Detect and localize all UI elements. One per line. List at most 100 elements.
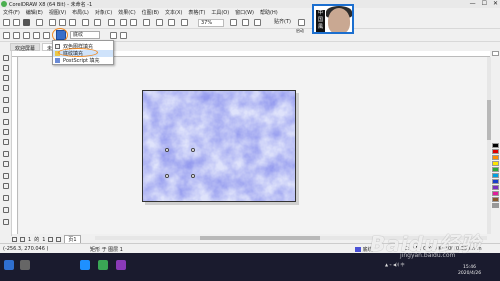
parallel-dimension-icon[interactable] bbox=[3, 161, 9, 167]
swatch-yellow[interactable] bbox=[492, 161, 499, 166]
edge-browser-icon[interactable] bbox=[80, 260, 90, 270]
save-icon[interactable] bbox=[23, 19, 30, 26]
paste-icon[interactable] bbox=[69, 19, 76, 26]
open-icon[interactable] bbox=[13, 19, 20, 26]
fill-type-dropdown[interactable]: 底纹 bbox=[70, 31, 100, 39]
system-tray[interactable]: ▲ ⌁ ◀)) 中 bbox=[385, 262, 405, 268]
taskbar-clock[interactable]: 15:46 2020/4/26 bbox=[458, 265, 481, 277]
no-fill-icon[interactable] bbox=[13, 32, 20, 39]
transparency-tool-icon[interactable] bbox=[3, 195, 9, 201]
show-grid-icon[interactable] bbox=[242, 19, 249, 26]
show-guidelines-icon[interactable] bbox=[254, 19, 261, 26]
menu-file[interactable]: 文件(F) bbox=[3, 9, 20, 16]
swatch-brown[interactable] bbox=[492, 197, 499, 202]
vertical-ruler[interactable] bbox=[12, 57, 18, 234]
menu-item-postscript-fill[interactable]: PostScript 填充 bbox=[53, 57, 113, 64]
first-page-button[interactable] bbox=[12, 237, 17, 242]
object-position-icon[interactable] bbox=[3, 32, 10, 39]
menu-tools[interactable]: 工具(O) bbox=[211, 9, 229, 16]
texture-options-icon[interactable] bbox=[110, 32, 117, 39]
fill-handle-skew[interactable] bbox=[165, 174, 169, 178]
close-button[interactable]: ✕ bbox=[493, 0, 498, 8]
menu-object[interactable]: 对象(C) bbox=[95, 9, 112, 16]
ellipse-tool-icon[interactable] bbox=[3, 129, 9, 135]
zoom-level-icon[interactable] bbox=[181, 19, 188, 26]
start-icon[interactable] bbox=[4, 260, 14, 270]
shape-tool-icon[interactable] bbox=[3, 65, 9, 71]
texture-filled-rectangle[interactable] bbox=[142, 90, 296, 202]
zoom-tool-icon[interactable] bbox=[3, 85, 9, 91]
connector-tool-icon[interactable] bbox=[3, 173, 9, 179]
fill-swatch-icon bbox=[355, 247, 361, 252]
menu-bar: 文件(F) 编辑(E) 视图(V) 布局(L) 对象(C) 效果(C) 位图(B… bbox=[0, 8, 500, 16]
copy-icon[interactable] bbox=[59, 19, 66, 26]
menu-table[interactable]: 表格(T) bbox=[188, 9, 205, 16]
swatch-green[interactable] bbox=[492, 167, 499, 172]
show-rulers-icon[interactable] bbox=[230, 19, 237, 26]
prev-page-button[interactable] bbox=[20, 237, 25, 242]
crop-tool-icon[interactable] bbox=[3, 75, 9, 81]
cloud-texture-svg bbox=[143, 91, 295, 201]
maximize-button[interactable]: ☐ bbox=[482, 0, 487, 8]
freehand-tool-icon[interactable] bbox=[3, 97, 9, 103]
app-launcher-icon[interactable] bbox=[156, 19, 163, 26]
interactive-fill-icon[interactable] bbox=[3, 219, 9, 225]
swatch-gray[interactable] bbox=[492, 203, 499, 208]
fill-handle-center[interactable] bbox=[191, 174, 195, 178]
swatch-cyan[interactable] bbox=[492, 173, 499, 178]
next-page-button[interactable] bbox=[48, 237, 54, 242]
full-screen-icon[interactable] bbox=[168, 19, 175, 26]
minimize-button[interactable]: — bbox=[470, 0, 476, 8]
last-page-button[interactable] bbox=[56, 237, 62, 242]
swatch-red[interactable] bbox=[492, 149, 499, 154]
menu-view[interactable]: 视图(V) bbox=[49, 9, 66, 16]
menu-edit[interactable]: 编辑(E) bbox=[26, 9, 43, 16]
menu-help[interactable]: 帮助(H) bbox=[260, 9, 278, 16]
swatch-black[interactable] bbox=[492, 143, 499, 148]
coreldraw-taskbar-icon[interactable] bbox=[98, 260, 108, 270]
drop-shadow-icon[interactable] bbox=[3, 183, 9, 189]
polygon-tool-icon[interactable] bbox=[3, 139, 9, 145]
uniform-fill-icon[interactable] bbox=[23, 32, 30, 39]
undo-icon[interactable] bbox=[82, 19, 89, 26]
import-icon[interactable] bbox=[120, 19, 127, 26]
menu-window[interactable]: 窗口(W) bbox=[235, 9, 254, 16]
pick-tool-icon[interactable] bbox=[3, 55, 9, 61]
texture-library-icon[interactable] bbox=[120, 32, 127, 39]
task-view-icon[interactable] bbox=[20, 260, 30, 270]
menu-text[interactable]: 文本(X) bbox=[165, 9, 182, 16]
menu-effects[interactable]: 效果(C) bbox=[118, 9, 135, 16]
options-gear-icon[interactable] bbox=[298, 19, 305, 26]
rectangle-tool-icon[interactable] bbox=[3, 119, 9, 125]
export-icon[interactable] bbox=[130, 19, 137, 26]
current-page-number: 1 bbox=[28, 236, 32, 243]
menu-layout[interactable]: 布局(L) bbox=[72, 9, 89, 16]
fountain-fill-icon[interactable] bbox=[33, 32, 40, 39]
two-color-pattern-icon bbox=[55, 44, 60, 49]
coreldraw-app-icon bbox=[1, 1, 7, 7]
swatch-magenta[interactable] bbox=[492, 191, 499, 196]
zoom-level-field[interactable]: 37% bbox=[198, 19, 224, 27]
publish-pdf-icon[interactable] bbox=[143, 19, 150, 26]
text-tool-icon[interactable] bbox=[3, 151, 9, 157]
swatch-none[interactable] bbox=[492, 51, 499, 56]
swatch-purple[interactable] bbox=[492, 185, 499, 190]
cut-icon[interactable] bbox=[49, 19, 56, 26]
snap-to-dropdown[interactable]: 贴齐(T) bbox=[274, 19, 291, 26]
clock-date: 2020/4/26 bbox=[458, 271, 482, 276]
print-icon[interactable] bbox=[36, 19, 43, 26]
redo-icon[interactable] bbox=[94, 19, 101, 26]
tab-welcome-screen[interactable]: 欢迎屏幕 bbox=[10, 43, 41, 52]
menu-bitmaps[interactable]: 位图(B) bbox=[142, 9, 159, 16]
new-document-icon[interactable] bbox=[3, 19, 10, 26]
horizontal-scroll-thumb[interactable] bbox=[200, 236, 320, 240]
fill-handle-end[interactable] bbox=[191, 148, 195, 152]
swatch-blue[interactable] bbox=[492, 179, 499, 184]
search-content-icon[interactable] bbox=[108, 19, 115, 26]
fill-handle-start[interactable] bbox=[165, 148, 169, 152]
app-taskbar-icon[interactable] bbox=[116, 260, 126, 270]
swatch-orange[interactable] bbox=[492, 155, 499, 160]
eyedropper-tool-icon[interactable] bbox=[3, 207, 9, 213]
artistic-media-icon[interactable] bbox=[3, 107, 9, 113]
vector-pattern-icon[interactable] bbox=[43, 32, 50, 39]
